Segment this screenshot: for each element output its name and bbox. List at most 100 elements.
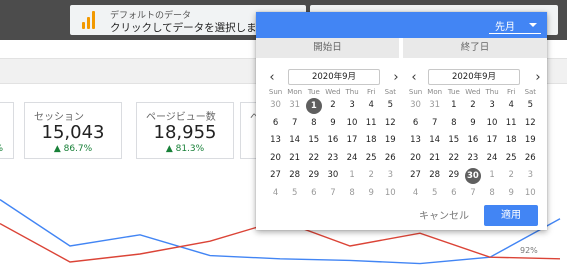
calendar-day[interactable]: 28: [285, 167, 304, 185]
calendar-day[interactable]: 9: [323, 115, 342, 133]
calendar-day[interactable]: 14: [425, 132, 444, 150]
calendar-day[interactable]: 2: [463, 97, 482, 115]
calendar-day[interactable]: 15: [304, 132, 323, 150]
calendar-day[interactable]: 10: [381, 185, 400, 203]
calendar-day[interactable]: 2: [502, 167, 521, 185]
cancel-button[interactable]: キャンセル: [419, 207, 469, 222]
calendar-day[interactable]: 8: [483, 185, 502, 203]
calendar-day[interactable]: 3: [521, 167, 540, 185]
calendar-day[interactable]: 24: [483, 150, 502, 168]
calendar-day[interactable]: 9: [502, 185, 521, 203]
calendar-day[interactable]: 25: [362, 150, 381, 168]
calendar-day[interactable]: 30: [323, 167, 342, 185]
calendar-day[interactable]: 12: [381, 115, 400, 133]
calendar-day[interactable]: 6: [406, 115, 425, 133]
calendar-day[interactable]: 3: [483, 97, 502, 115]
calendar-day[interactable]: 5: [285, 185, 304, 203]
calendar-day[interactable]: 6: [444, 185, 463, 203]
calendar-day[interactable]: 31: [425, 97, 444, 115]
next-month-icon[interactable]: ›: [390, 71, 402, 86]
calendar-day[interactable]: 17: [483, 132, 502, 150]
calendar-day[interactable]: 25: [502, 150, 521, 168]
calendar-day[interactable]: 23: [323, 150, 342, 168]
month-select[interactable]: 2020年9月: [288, 69, 380, 85]
calendar-day[interactable]: 23: [463, 150, 482, 168]
calendar-day[interactable]: 9: [463, 115, 482, 133]
calendar-day[interactable]: 30: [406, 97, 425, 115]
calendar-day[interactable]: 14: [285, 132, 304, 150]
calendar-day[interactable]: 6: [304, 185, 323, 203]
calendar-day[interactable]: 18: [362, 132, 381, 150]
calendar-day[interactable]: 17: [343, 132, 362, 150]
calendar-day[interactable]: 24: [343, 150, 362, 168]
calendar-day[interactable]: 13: [406, 132, 425, 150]
calendar-day[interactable]: 12: [521, 115, 540, 133]
calendar-day[interactable]: 5: [521, 97, 540, 115]
calendar-day[interactable]: 7: [425, 115, 444, 133]
calendar-day[interactable]: 7: [323, 185, 342, 203]
calendar-day[interactable]: 1: [343, 167, 362, 185]
calendar-day[interactable]: 8: [444, 115, 463, 133]
calendar-day[interactable]: 26: [521, 150, 540, 168]
scorecard-sessions[interactable]: セッション 15,043 ▲ 86.7%: [24, 102, 122, 159]
calendar-day[interactable]: 15: [444, 132, 463, 150]
calendar-day[interactable]: 21: [425, 150, 444, 168]
calendar-day[interactable]: 5: [381, 97, 400, 115]
calendar-day[interactable]: 29: [304, 167, 323, 185]
calendar-day[interactable]: 22: [304, 150, 323, 168]
calendar-day[interactable]: 28: [425, 167, 444, 185]
month-select[interactable]: 2020年9月: [428, 69, 520, 85]
picker-header: 先月: [256, 12, 547, 38]
calendar-day[interactable]: 30: [463, 167, 482, 185]
scorecard-partial[interactable]: %: [0, 102, 14, 159]
calendar-day[interactable]: 30: [266, 97, 285, 115]
calendar-day[interactable]: 11: [362, 115, 381, 133]
calendar-day[interactable]: 20: [266, 150, 285, 168]
calendar-day[interactable]: 5: [425, 185, 444, 203]
preset-dropdown[interactable]: 先月: [489, 17, 541, 34]
calendar-day[interactable]: 4: [502, 97, 521, 115]
calendar-day[interactable]: 1: [444, 97, 463, 115]
calendar-day[interactable]: 4: [406, 185, 425, 203]
calendar-day[interactable]: 8: [304, 115, 323, 133]
calendar-day[interactable]: 19: [521, 132, 540, 150]
calendar-day[interactable]: 31: [285, 97, 304, 115]
calendar-day[interactable]: 13: [266, 132, 285, 150]
chevron-down-icon: [529, 23, 537, 27]
calendar-day[interactable]: 21: [285, 150, 304, 168]
calendar-day[interactable]: 7: [463, 185, 482, 203]
apply-button[interactable]: 適用: [484, 205, 538, 226]
calendar-day[interactable]: 16: [463, 132, 482, 150]
weekday-header: Sun Mon Tue Wed Thu Fri Sat: [406, 88, 540, 96]
calendar-day[interactable]: 10: [521, 185, 540, 203]
calendar-day[interactable]: 11: [502, 115, 521, 133]
calendar-day[interactable]: 3: [381, 167, 400, 185]
calendar-day[interactable]: 2: [362, 167, 381, 185]
calendar-day[interactable]: 10: [483, 115, 502, 133]
calendar-day[interactable]: 18: [502, 132, 521, 150]
next-month-icon[interactable]: ›: [532, 71, 544, 86]
calendar-day[interactable]: 4: [362, 97, 381, 115]
prev-month-icon[interactable]: ‹: [408, 71, 420, 86]
calendar-day[interactable]: 1: [483, 167, 502, 185]
calendar-day[interactable]: 8: [343, 185, 362, 203]
calendar-day[interactable]: 9: [362, 185, 381, 203]
prev-month-icon[interactable]: ‹: [266, 71, 278, 86]
calendar-day[interactable]: 19: [381, 132, 400, 150]
scorecard-pageviews[interactable]: ページビュー数 18,955 ▲ 81.3%: [136, 102, 234, 159]
calendar-day[interactable]: 2: [323, 97, 342, 115]
calendar-day[interactable]: 27: [266, 167, 285, 185]
scorecard-delta: ▲ 81.3%: [165, 144, 205, 154]
calendar-day[interactable]: 1: [304, 97, 323, 115]
calendar-day[interactable]: 27: [406, 167, 425, 185]
calendar-day[interactable]: 10: [343, 115, 362, 133]
calendar-day[interactable]: 7: [285, 115, 304, 133]
calendar-day[interactable]: 4: [266, 185, 285, 203]
calendar-day[interactable]: 22: [444, 150, 463, 168]
calendar-day[interactable]: 6: [266, 115, 285, 133]
calendar-day[interactable]: 26: [381, 150, 400, 168]
calendar-day[interactable]: 20: [406, 150, 425, 168]
calendar-day[interactable]: 29: [444, 167, 463, 185]
calendar-day[interactable]: 3: [343, 97, 362, 115]
calendar-day[interactable]: 16: [323, 132, 342, 150]
